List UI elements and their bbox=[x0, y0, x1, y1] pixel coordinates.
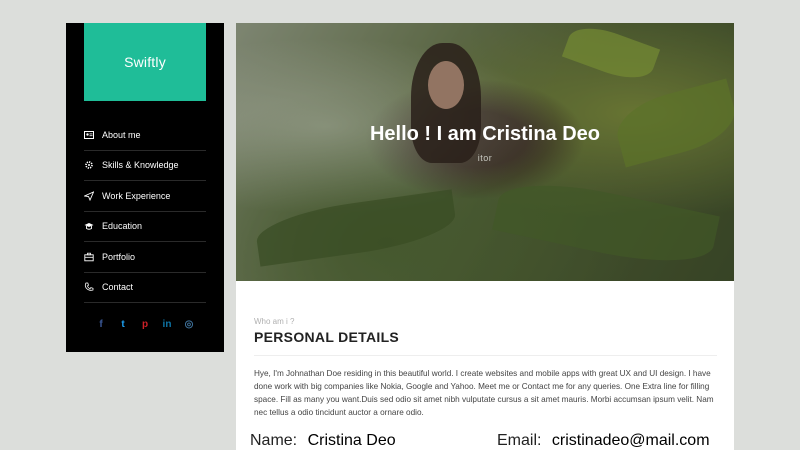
twitter-icon[interactable]: t bbox=[116, 319, 130, 330]
email-value[interactable]: cristinadeo@mail.com bbox=[552, 432, 710, 449]
hero-subtitle: itor bbox=[477, 153, 493, 163]
sidebar-item-label: Contact bbox=[102, 282, 134, 293]
linkedin-icon[interactable]: in bbox=[160, 319, 174, 330]
sidebar-item-label: Skills & Knowledge bbox=[102, 160, 179, 171]
gear-icon bbox=[84, 160, 100, 170]
facebook-icon[interactable]: f bbox=[94, 319, 108, 330]
bio-text: Hye, I'm Johnathan Doe residing in this … bbox=[254, 369, 714, 417]
detail-name: Name: Cristina Deo bbox=[250, 432, 396, 450]
sidebar-item-label: Work Experience bbox=[102, 190, 171, 201]
briefcase-icon bbox=[84, 252, 100, 262]
section-heading: PERSONAL DETAILS bbox=[254, 329, 717, 356]
email-label: Email: bbox=[497, 432, 542, 449]
sidebar-item-education[interactable]: Education bbox=[84, 212, 206, 242]
sidebar-menu: About me Skills & Knowledge Work Experie… bbox=[84, 120, 206, 303]
sidebar-item-portfolio[interactable]: Portfolio bbox=[84, 242, 206, 273]
main-content: Hello ! I am Cristina Deo itor Who am i … bbox=[236, 23, 734, 450]
name-value: Cristina Deo bbox=[307, 432, 396, 449]
sidebar-item-about-me[interactable]: About me bbox=[84, 120, 206, 151]
hero-overlay bbox=[236, 23, 734, 281]
sidebar: Swiftly About me Skills & Knowledge Work… bbox=[66, 23, 224, 352]
pinterest-icon[interactable]: p bbox=[138, 319, 152, 330]
sidebar-item-contact[interactable]: Contact bbox=[84, 273, 206, 303]
phone-icon bbox=[84, 282, 100, 292]
paper-plane-icon bbox=[84, 191, 100, 201]
sidebar-item-label: Education bbox=[102, 221, 143, 232]
graduation-cap-icon bbox=[84, 221, 100, 231]
sidebar-item-label: About me bbox=[102, 129, 141, 140]
sidebar-item-label: Portfolio bbox=[102, 251, 136, 262]
sidebar-item-skills[interactable]: Skills & Knowledge bbox=[84, 151, 206, 181]
social-links: f t p in ◎ bbox=[84, 319, 206, 330]
sidebar-item-work-experience[interactable]: Work Experience bbox=[84, 181, 206, 212]
logo[interactable]: Swiftly bbox=[84, 23, 206, 101]
name-label: Name: bbox=[250, 432, 298, 449]
profile-card-icon bbox=[84, 130, 100, 140]
personal-details-section: Who am i ? PERSONAL DETAILS Hye, I'm Joh… bbox=[254, 317, 717, 419]
instagram-icon[interactable]: ◎ bbox=[182, 319, 196, 330]
detail-email: Email: cristinadeo@mail.com bbox=[497, 432, 710, 450]
section-eyebrow: Who am i ? bbox=[254, 317, 295, 326]
hero-title: Hello ! I am Cristina Deo bbox=[369, 123, 601, 145]
hero-banner: Hello ! I am Cristina Deo itor bbox=[236, 23, 734, 281]
